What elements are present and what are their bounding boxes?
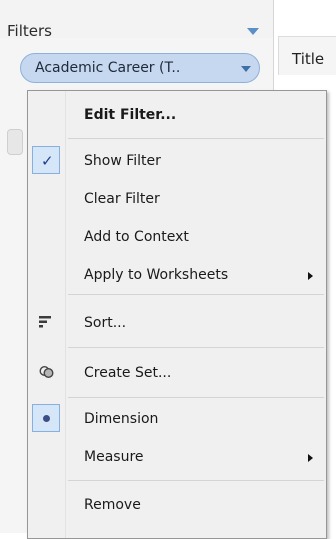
menu-item-remove[interactable]: Remove [30,487,324,523]
menu-separator [68,294,324,295]
menu-item-edit-filter[interactable]: Edit Filter... [30,97,324,133]
filter-pill-label: Academic Career (T.. [35,60,181,76]
chevron-down-icon[interactable] [247,28,259,35]
set-icon [39,365,54,379]
menu-item-show-filter[interactable]: ✓ Show Filter [30,143,324,179]
shelf-strip [7,129,23,155]
checkmark-box: ✓ [32,146,60,174]
menu-item-label: Add to Context [84,229,189,245]
context-menu: Edit Filter... ✓ Show Filter Clear Filte… [27,90,327,539]
menu-item-apply-to-worksheets[interactable]: Apply to Worksheets [30,257,324,293]
menu-item-label: Edit Filter... [84,107,177,123]
menu-item-sort[interactable]: Sort... [30,305,324,341]
menu-item-label: Dimension [84,411,159,427]
menu-separator [68,347,324,348]
menu-item-label: Create Set... [84,365,172,381]
menu-item-label: Apply to Worksheets [84,267,229,283]
submenu-arrow-icon [308,454,313,462]
menu-item-label: Measure [84,449,144,465]
menu-item-label: Remove [84,497,141,513]
menu-separator [68,480,324,481]
menu-separator [68,397,324,398]
filter-pill-academic-career[interactable]: Academic Career (T.. [20,53,260,83]
menu-item-measure[interactable]: Measure [30,439,324,475]
menu-item-label: Show Filter [84,153,161,169]
title-label: Title [292,50,325,68]
menu-item-dimension[interactable]: Dimension [30,401,324,437]
checkmark-icon: ✓ [41,152,54,170]
dimension-selected-box [32,404,60,432]
filters-title: Filters [7,22,52,40]
pill-dropdown-icon[interactable] [241,66,251,72]
menu-item-clear-filter[interactable]: Clear Filter [30,181,324,217]
dimension-icon [43,415,50,422]
menu-item-create-set[interactable]: Create Set... [30,355,324,391]
menu-item-label: Clear Filter [84,191,160,207]
sort-icon [39,316,51,328]
menu-item-add-to-context[interactable]: Add to Context [30,219,324,255]
menu-item-label: Sort... [84,315,127,331]
filters-header: Filters [0,0,273,40]
submenu-arrow-icon [308,272,313,280]
menu-separator [68,138,324,139]
